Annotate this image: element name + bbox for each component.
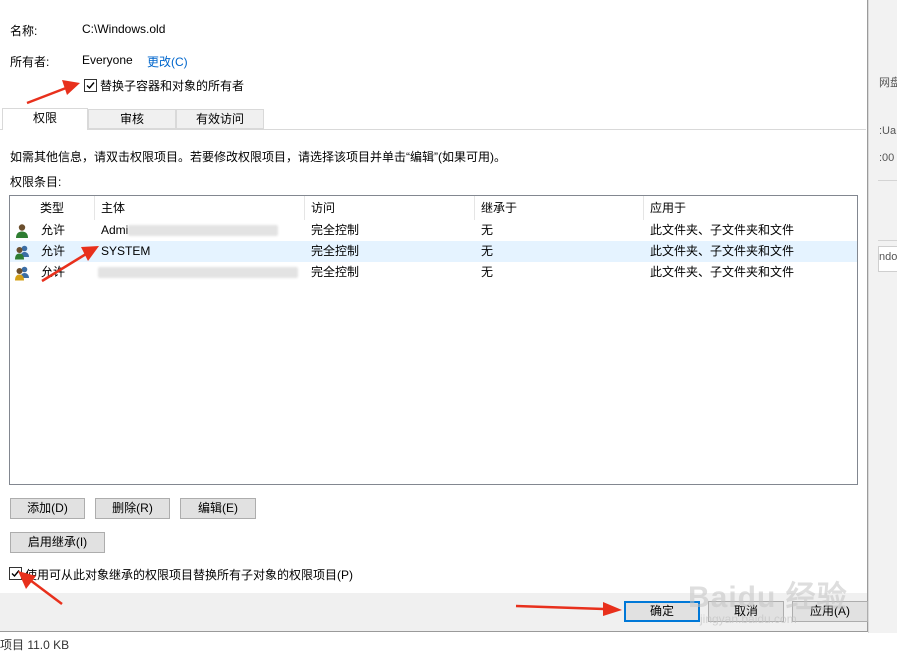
add-button[interactable]: 添加(D) [10,498,85,519]
table-row[interactable]: 允许 SYSTEM 完全控制 无 此文件夹、子文件夹和文件 [10,241,857,262]
row-applies: 此文件夹、子文件夹和文件 [650,223,795,237]
row-access: 完全控制 [311,244,360,258]
change-owner-link[interactable]: 更改(C) [147,53,188,70]
group-icon [15,245,29,260]
replace-child-permissions-checkbox[interactable] [9,567,22,580]
owner-label: 所有者: [10,55,50,69]
background-status-bar [0,633,897,652]
row-access: 完全控制 [311,223,360,237]
checkmark-icon [86,82,95,90]
column-header-principal[interactable]: 主体 [95,196,305,220]
info-text: 如需其他信息，请双击权限项目。若要修改权限项目，请选择该项目并单击“编辑”(如果… [10,150,506,164]
entries-label: 权限条目: [10,175,62,189]
checkmark-icon [11,570,20,578]
status-text: 项目 11.0 KB [0,638,70,652]
replace-child-permissions-label: 使用可从此对象继承的权限项目替换所有子对象的权限项目(P) [25,568,353,582]
permission-entries-list[interactable]: 类型 主体 访问 继承于 应用于 允许 Admi 完全控制 无 此文件夹、子文件… [9,195,858,485]
group-icon [15,266,29,281]
owner-value: Everyone [82,53,133,67]
row-inherited: 无 [481,244,494,258]
name-label: 名称: [10,24,38,38]
redacted-text [128,225,278,236]
user-icon [16,224,28,238]
background-text: :00 [879,152,895,164]
background-text: ndo [879,251,897,263]
background-text: 网盘 [879,77,897,89]
background-explorer-strip [868,0,897,652]
replace-owner-label: 替换子容器和对象的所有者 [100,79,245,93]
row-access: 完全控制 [311,265,360,279]
background-divider [878,240,897,241]
watermark-logo: Baidu 经验 [688,581,848,614]
column-header-applies-to[interactable]: 应用于 [644,196,857,220]
background-text: :Ua [879,125,897,137]
column-header-access[interactable]: 访问 [305,196,475,220]
advanced-security-dialog: 名称: C:\Windows.old 所有者: Everyone 更改(C) 替… [0,0,868,632]
row-principal: Admi [101,223,129,237]
edit-button[interactable]: 编辑(E) [180,498,256,519]
tab-divider [0,129,866,130]
background-divider [878,180,897,181]
table-row[interactable]: 允许 完全控制 无 此文件夹、子文件夹和文件 [10,262,857,283]
row-type: 允许 [41,223,66,237]
replace-owner-checkbox[interactable] [84,79,97,92]
row-applies: 此文件夹、子文件夹和文件 [650,265,795,279]
remove-button[interactable]: 删除(R) [95,498,170,519]
redacted-text [98,267,298,278]
watermark-url: jingyan.baidu.com [700,612,797,626]
row-type: 允许 [41,244,66,258]
column-header-inherited-from[interactable]: 继承于 [475,196,644,220]
tab-auditing[interactable]: 审核 [88,109,176,129]
object-name: C:\Windows.old [82,22,166,36]
row-type: 允许 [41,265,66,279]
row-principal: SYSTEM [101,244,151,258]
tab-effective-access[interactable]: 有效访问 [176,109,264,129]
row-inherited: 无 [481,265,494,279]
row-applies: 此文件夹、子文件夹和文件 [650,244,795,258]
row-inherited: 无 [481,223,494,237]
tab-permissions[interactable]: 权限 [2,108,88,130]
enable-inheritance-button[interactable]: 启用继承(I) [10,532,105,553]
column-header-type[interactable]: 类型 [34,196,95,220]
table-row[interactable]: 允许 Admi 完全控制 无 此文件夹、子文件夹和文件 [10,220,857,241]
